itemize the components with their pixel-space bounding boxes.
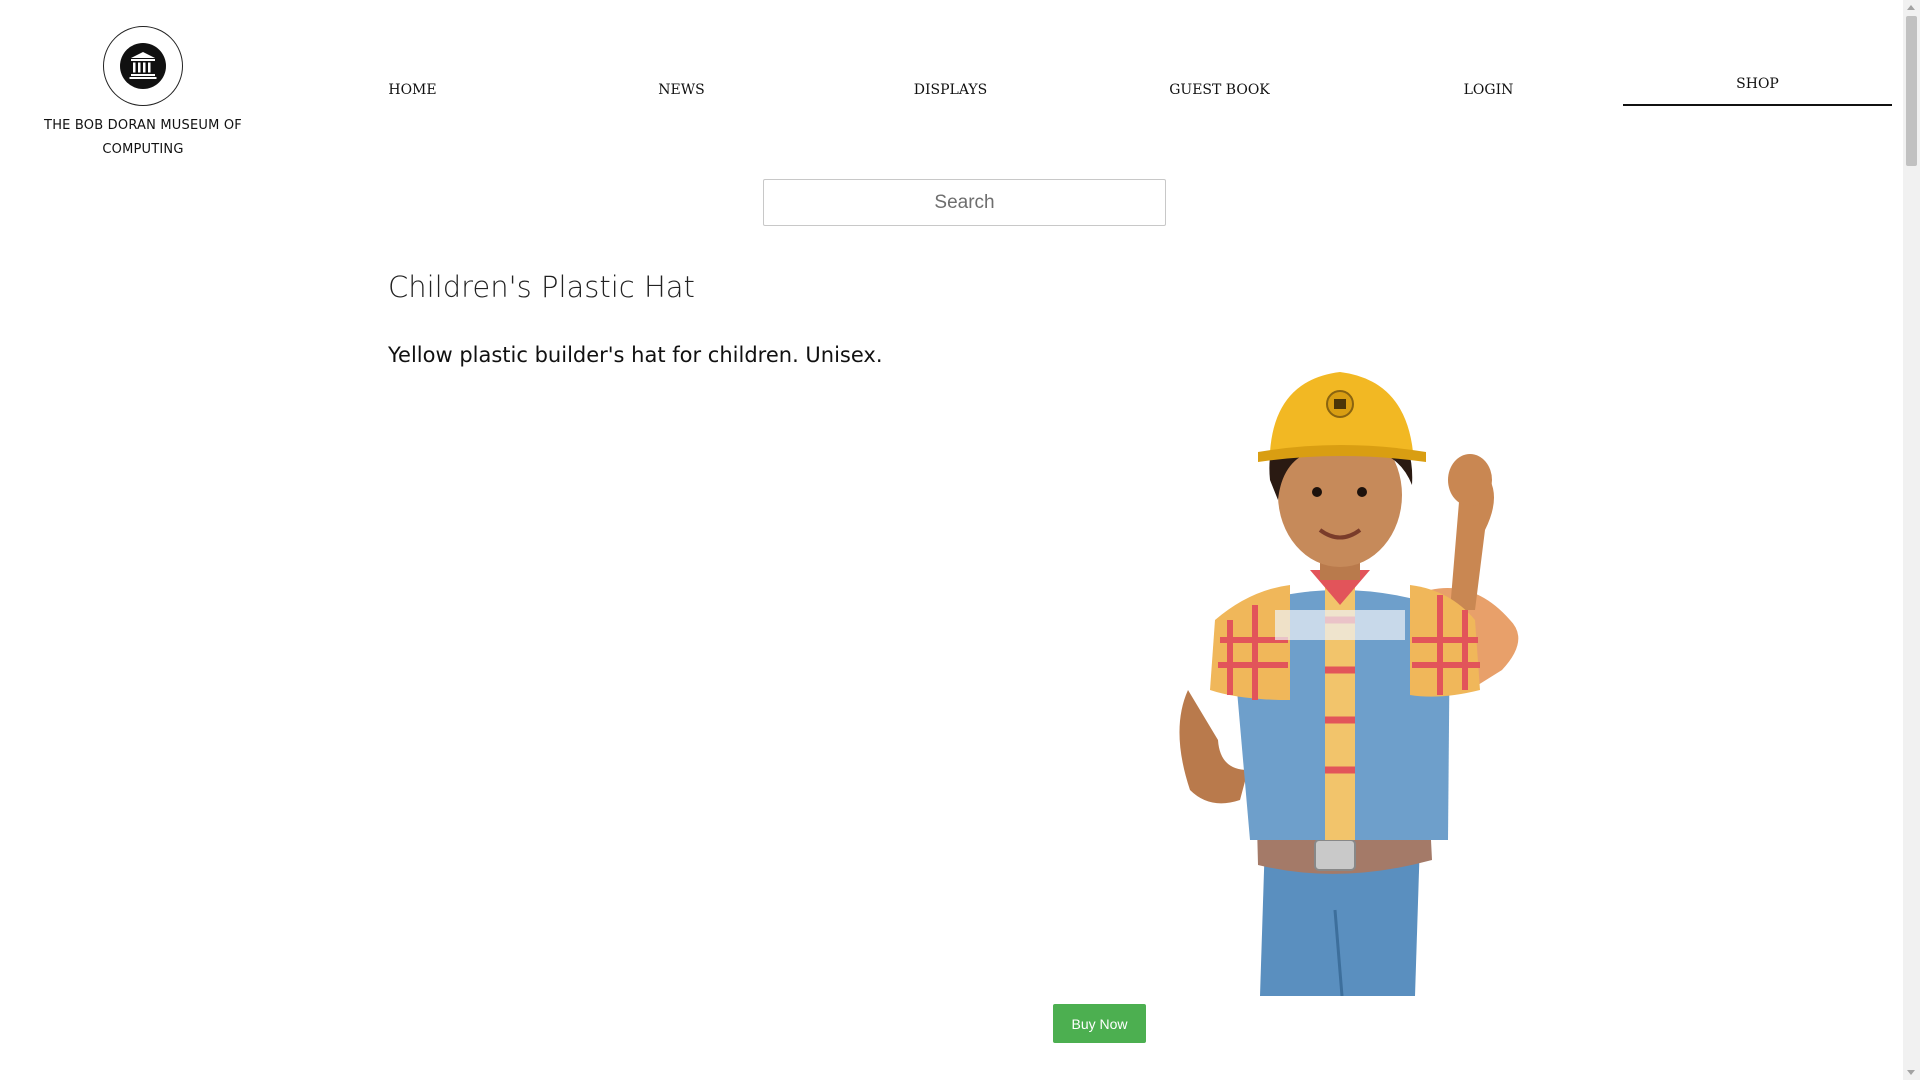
product-image <box>1179 372 1519 996</box>
museum-building-icon <box>120 43 166 89</box>
nav-login[interactable]: LOGIN <box>1354 70 1623 110</box>
buy-now-button[interactable]: Buy Now <box>1053 1004 1146 1043</box>
nav-shop[interactable]: SHOP <box>1623 70 1892 106</box>
nav-displays[interactable]: DISPLAYS <box>816 70 1085 110</box>
vertical-scrollbar[interactable] <box>1903 0 1920 1080</box>
main-nav: HOME NEWS DISPLAYS GUEST BOOK LOGIN SHOP <box>278 70 1892 110</box>
product-title: Children's Plastic Hat <box>388 270 695 304</box>
site-logo[interactable]: THE BOB DORAN MUSEUM OF COMPUTING <box>30 26 256 162</box>
logo-circle <box>103 26 183 106</box>
nav-news[interactable]: NEWS <box>547 70 816 110</box>
scroll-up-arrow-icon[interactable] <box>1907 5 1915 10</box>
scroll-down-arrow-icon[interactable] <box>1907 1070 1915 1075</box>
site-name: THE BOB DORAN MUSEUM OF COMPUTING <box>44 118 242 157</box>
nav-home[interactable]: HOME <box>278 70 547 110</box>
scroll-thumb[interactable] <box>1906 16 1917 166</box>
search-input[interactable] <box>763 179 1166 226</box>
nav-guest-book[interactable]: GUEST BOOK <box>1085 70 1354 110</box>
product-description: Yellow plastic builder's hat for childre… <box>388 343 883 367</box>
